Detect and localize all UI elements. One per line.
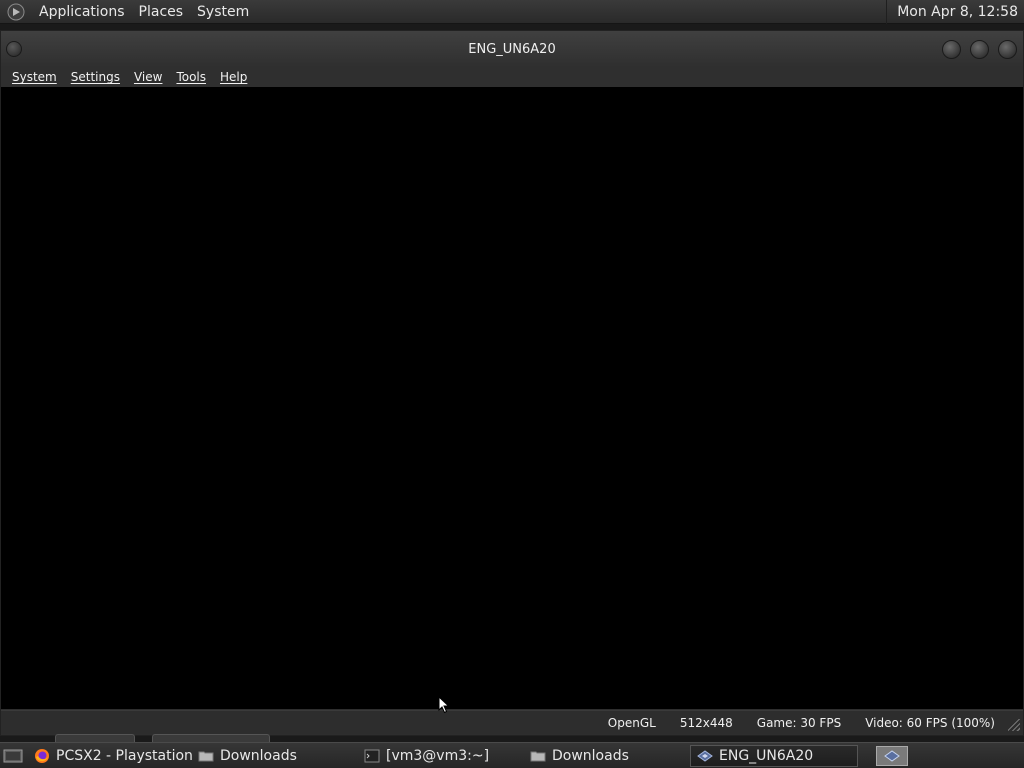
folder-icon — [530, 751, 546, 761]
workspace-switcher[interactable] — [876, 745, 908, 766]
pcsx2-icon — [884, 749, 900, 762]
applications-menu[interactable]: Applications — [32, 0, 132, 24]
places-menu[interactable]: Places — [132, 0, 191, 24]
taskbar-item-label: [vm3@vm3:~] — [386, 747, 490, 764]
game-viewport[interactable] — [1, 87, 1023, 709]
window-menu-button[interactable] — [6, 41, 22, 57]
mouse-cursor-icon — [438, 696, 450, 714]
taskbar-item-terminal[interactable]: [vm3@vm3:~] — [358, 745, 524, 767]
taskbar-item-label: Downloads — [220, 747, 297, 764]
show-desktop-icon[interactable] — [2, 747, 24, 765]
top-panel: Applications Places System Mon Apr 8, 12… — [0, 0, 1024, 24]
menu-settings[interactable]: Settings — [64, 70, 127, 84]
taskbar-item-pcsx2-browser[interactable]: PCSX2 - Playstation ... — [28, 745, 192, 767]
menu-system[interactable]: System — [5, 70, 64, 84]
minimize-button[interactable] — [942, 40, 961, 59]
window-titlebar[interactable]: ENG_UN6A20 — [1, 31, 1023, 67]
menu-view[interactable]: View — [127, 70, 169, 84]
taskbar-item-downloads-2[interactable]: Downloads — [524, 745, 690, 767]
window-title: ENG_UN6A20 — [468, 41, 556, 57]
status-game-fps: Game: 30 FPS — [756, 715, 842, 730]
statusbar: OpenGL 512x448 Game: 30 FPS Video: 60 FP… — [1, 710, 1023, 734]
folder-icon — [198, 751, 214, 761]
menu-help[interactable]: Help — [213, 70, 254, 84]
maximize-button[interactable] — [970, 40, 989, 59]
taskbar-item-pcsx2-window[interactable]: ENG_UN6A20 — [690, 744, 858, 767]
resize-grip-icon[interactable] — [1008, 719, 1020, 731]
distro-logo-icon[interactable] — [6, 2, 26, 22]
system-menu[interactable]: System — [190, 0, 256, 24]
panel-drawer-tab[interactable] — [152, 734, 270, 742]
status-resolution: 512x448 — [679, 715, 733, 730]
taskbar-item-label: PCSX2 - Playstation ... — [56, 747, 192, 764]
clock[interactable]: Mon Apr 8, 12:58 — [886, 0, 1024, 24]
taskbar-item-downloads[interactable]: Downloads — [192, 745, 358, 767]
taskbar-item-label: Downloads — [552, 747, 629, 764]
pcsx2-icon — [697, 749, 713, 762]
bottom-panel: PCSX2 - Playstation ... Downloads [vm3@v… — [0, 742, 1024, 768]
window-controls — [942, 40, 1017, 59]
status-video-fps: Video: 60 FPS (100%) — [865, 715, 995, 730]
menu-tools[interactable]: Tools — [169, 70, 213, 84]
status-renderer: OpenGL — [607, 715, 656, 730]
terminal-icon — [364, 749, 380, 762]
menubar: System Settings View Tools Help — [1, 67, 1023, 87]
pcsx2-window: ENG_UN6A20 System Settings View Tools He… — [0, 30, 1024, 736]
firefox-icon — [35, 748, 49, 763]
panel-drawer-tab[interactable] — [55, 734, 135, 742]
close-button[interactable] — [998, 40, 1017, 59]
taskbar-item-label: ENG_UN6A20 — [719, 747, 814, 764]
